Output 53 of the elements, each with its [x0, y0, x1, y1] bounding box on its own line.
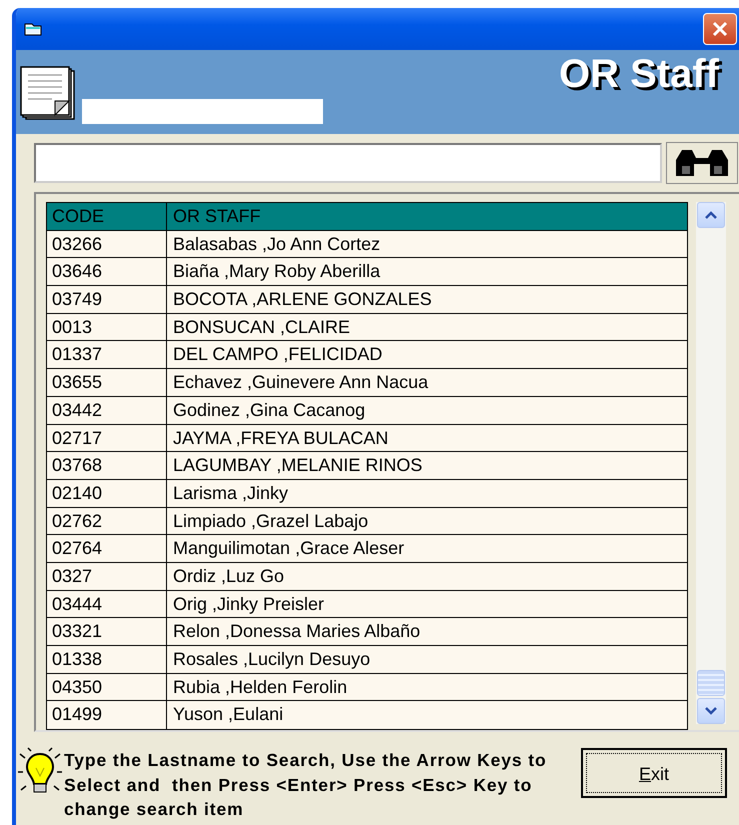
- find-button[interactable]: [666, 142, 738, 184]
- close-button[interactable]: [703, 13, 737, 45]
- table-cell-text: Orig ,Jinky Preisler: [172, 592, 326, 616]
- table-cell-text: Manguilimotan ,Grace Aleser: [172, 537, 406, 560]
- table-cell-text: Yuson ,Eulani: [172, 703, 284, 726]
- chevron-down-icon: [704, 706, 718, 716]
- table-cell-text: Echavez ,Guinevere Ann Nacua: [172, 371, 430, 394]
- document-icon: [20, 66, 78, 122]
- window-icon: [24, 22, 42, 36]
- table-cell: 02717: [47, 424, 167, 452]
- table-cell-text: Limpiado ,Grazel Labajo: [172, 510, 370, 533]
- table-cell-text: BONSUCAN ,CLAIRE: [172, 316, 352, 339]
- column-header[interactable]: OR STAFF: [167, 203, 687, 230]
- scroll-thumb[interactable]: [697, 670, 725, 696]
- table-cell: 02762: [47, 508, 167, 534]
- table-cell: 03655: [47, 369, 167, 396]
- table-cell-text: Larisma ,Jinky: [172, 482, 290, 505]
- close-icon: [710, 19, 730, 39]
- scroll-down-button[interactable]: [697, 698, 725, 724]
- table-cell-text: Ordiz ,Luz Go: [172, 564, 286, 588]
- table-cell: 01338: [47, 646, 167, 673]
- table-cell: 03749: [47, 286, 167, 313]
- table-cell-text: LAGUMBAY ,MELANIE RINOS: [172, 454, 424, 478]
- table-cell-text: Rubia ,Helden Ferolin: [172, 676, 348, 699]
- search-field[interactable]: [34, 143, 662, 183]
- table-cell: 03266: [47, 230, 167, 258]
- table-cell-text: Godinez ,Gina Cacanog: [172, 398, 366, 422]
- table-cell: 02764: [47, 535, 167, 562]
- table-cell-text: BOCOTA ,ARLENE GONZALES: [172, 288, 433, 312]
- table-cell-text: JAYMA ,FREYA BULACAN: [172, 426, 390, 450]
- table-cell-text: DEL CAMPO ,FELICIDAD: [172, 343, 384, 366]
- table-cell: 0013: [47, 314, 167, 340]
- column-header[interactable]: CODE: [47, 203, 167, 230]
- hint-text: Type the Lastname to Search, Use the Arrow Keys to Select and then Press <Enter> Press <Esc> Key to change search item: [64, 749, 548, 821]
- table-cell: 03321: [47, 618, 167, 645]
- table-cell: 03646: [47, 258, 167, 286]
- table-cell: 01499: [47, 701, 167, 730]
- table-cell-text: Relon ,Donessa Maries Albaño: [172, 620, 422, 644]
- table-cell: 01337: [47, 341, 167, 368]
- scroll-up-button[interactable]: [697, 202, 725, 228]
- table-cell-text: Rosales ,Lucilyn Desuyo: [172, 648, 372, 671]
- table-cell: 0327: [47, 562, 167, 590]
- chevron-up-icon: [704, 210, 718, 220]
- exit-button[interactable]: Exit: [581, 748, 727, 798]
- table-cell: 03442: [47, 396, 167, 424]
- table-cell: 03444: [47, 590, 167, 618]
- table-cell: 04350: [47, 674, 167, 700]
- scroll-bar[interactable]: [696, 202, 726, 724]
- table-cell: 03768: [47, 452, 167, 479]
- table-cell-text: Biaña ,Mary Roby Aberilla: [172, 260, 382, 284]
- window-title: OR Staff: [559, 52, 719, 97]
- table-cell: 02140: [47, 480, 167, 507]
- table-cell-text: Balasabas ,Jo Ann Cortez: [172, 232, 382, 256]
